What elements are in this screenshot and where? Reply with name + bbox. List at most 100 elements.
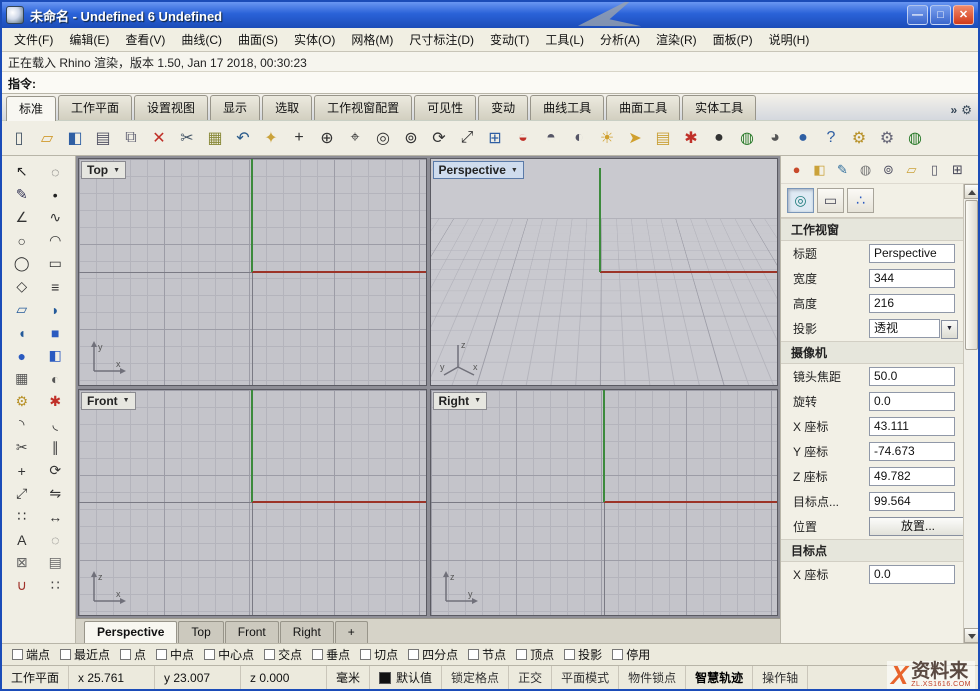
point-button[interactable]: • <box>39 183 73 206</box>
viewport-title-row[interactable]: 标题 Perspective <box>781 241 963 266</box>
osnap-quadrant[interactable]: 四分点 <box>408 646 458 663</box>
viewport-right-label[interactable]: Right <box>433 392 488 410</box>
color-palette-button[interactable]: ✱ <box>678 125 704 151</box>
zoom-dynamic-button[interactable]: ⊕ <box>314 125 340 151</box>
section-camera[interactable]: 摄像机 <box>781 341 963 364</box>
checkbox[interactable] <box>360 649 371 660</box>
viewport-perspective[interactable]: Perspective z x y <box>430 158 779 386</box>
scrollbar-thumb[interactable] <box>965 200 978 350</box>
menu-tools[interactable]: 工具(L) <box>537 28 592 51</box>
x-coordinate[interactable]: x 25.761 <box>69 666 155 689</box>
title-bar[interactable]: 未命名 - Undefined 6 Undefined — □ ✕ <box>2 2 978 28</box>
osnap-center[interactable]: 中心点 <box>204 646 254 663</box>
viewport-tab-right[interactable]: Right <box>280 621 334 643</box>
y-coordinate[interactable]: y 23.007 <box>155 666 241 689</box>
menu-mesh[interactable]: 网格(M) <box>343 28 401 51</box>
properties-tab[interactable]: ● <box>787 160 806 179</box>
scale-button[interactable]: ⤢ <box>5 482 39 505</box>
camera-properties-tab[interactable]: ◎ <box>787 188 814 213</box>
solid-sphere-button[interactable]: ● <box>5 344 39 367</box>
viewport-top-label[interactable]: Top <box>81 161 126 179</box>
tab-set-view[interactable]: 设置视图 <box>134 95 208 120</box>
viewport-tab-top[interactable]: Top <box>178 621 223 643</box>
fillet-button[interactable]: ◝ <box>5 413 39 436</box>
lasso-select-button[interactable]: ◌ <box>39 160 73 183</box>
paint-tools-button[interactable]: ✱ <box>39 390 73 413</box>
polyline-button[interactable]: ∠ <box>5 206 39 229</box>
viewport-top[interactable]: Top x y <box>78 158 427 386</box>
gumball-toggle[interactable]: 操作轴 <box>753 666 808 689</box>
trim-button[interactable]: ✂ <box>5 436 39 459</box>
osnap-near[interactable]: 最近点 <box>60 646 110 663</box>
checkbox[interactable] <box>408 649 419 660</box>
material-sphere-button[interactable]: ● <box>706 125 732 151</box>
menu-help[interactable]: 说明(H) <box>761 28 818 51</box>
hide-objects-button[interactable]: ◓ <box>538 125 564 151</box>
tab-curve-tools[interactable]: 曲线工具 <box>530 95 604 120</box>
mirror-button[interactable]: ⇋ <box>39 482 73 505</box>
array-button[interactable]: ∷ <box>5 505 39 528</box>
open-file-button[interactable]: ▱ <box>34 125 60 151</box>
osnap-endpoint[interactable]: 端点 <box>12 646 50 663</box>
viewport-perspective-label[interactable]: Perspective <box>433 161 524 179</box>
checkbox[interactable] <box>12 649 23 660</box>
layers-button[interactable]: ▤ <box>39 551 73 574</box>
minimize[interactable]: — <box>907 5 928 25</box>
mesh-button[interactable]: ▦ <box>5 367 39 390</box>
grid-snap-toggle[interactable]: 锁定格点 <box>442 666 509 689</box>
link-properties-tab[interactable]: ∴ <box>847 188 874 213</box>
planar-toggle[interactable]: 平面模式 <box>552 666 619 689</box>
offset-curve-button[interactable]: ≡ <box>39 275 73 298</box>
menu-solid[interactable]: 实体(O) <box>286 28 343 51</box>
menu-analyze[interactable]: 分析(A) <box>592 28 648 51</box>
arc-button[interactable]: ◠ <box>39 229 73 252</box>
layer-button[interactable]: 默认值 <box>370 666 442 689</box>
surface-revolve-button[interactable]: ◗ <box>39 298 73 321</box>
solid-cylinder-button[interactable]: ◧ <box>39 344 73 367</box>
projection-row[interactable]: 投影 透视 <box>781 316 963 341</box>
tab-visibility[interactable]: 可见性 <box>414 95 476 120</box>
cut-button[interactable]: ✂ <box>174 125 200 151</box>
zoom-selected-button[interactable]: ⊚ <box>398 125 424 151</box>
viewport-right[interactable]: Right y z <box>430 389 779 617</box>
osnap-tangent[interactable]: 切点 <box>360 646 398 663</box>
undo-button[interactable]: ↶ <box>230 125 256 151</box>
notes-tab[interactable]: ▯ <box>925 160 944 179</box>
viewport-width-row[interactable]: 宽度 344 <box>781 266 963 291</box>
render-preview-button[interactable]: ◒ <box>510 125 536 151</box>
shaded-view-button[interactable]: ◐ <box>566 125 592 151</box>
grid-dots-button[interactable]: ∷ <box>39 574 73 597</box>
viewport-front[interactable]: Front x z <box>78 389 427 617</box>
osnap-knot[interactable]: 节点 <box>468 646 506 663</box>
rotation-row[interactable]: 旋转 0.0 <box>781 389 963 414</box>
viewport-height-row[interactable]: 高度 216 <box>781 291 963 316</box>
command-prompt[interactable]: 指令: <box>2 72 978 94</box>
rotate-view-button[interactable]: ⟳ <box>426 125 452 151</box>
menu-curve[interactable]: 曲线(C) <box>173 28 230 51</box>
osnap-intersection[interactable]: 交点 <box>264 646 302 663</box>
smarttrack-toggle[interactable]: 智慧轨迹 <box>686 666 753 689</box>
viewport-layout-button[interactable]: ⊞ <box>482 125 508 151</box>
placement-row[interactable]: 位置 放置... <box>781 514 963 539</box>
tab-select[interactable]: 选取 <box>262 95 312 120</box>
rectangle-button[interactable]: ▭ <box>39 252 73 275</box>
move-button[interactable]: + <box>5 459 39 482</box>
hide-button[interactable]: ◌ <box>39 528 73 551</box>
layers-tab[interactable]: ◧ <box>810 160 829 179</box>
checkbox[interactable] <box>204 649 215 660</box>
new-viewport-tab[interactable]: + <box>335 621 368 643</box>
osnap-perpendicular[interactable]: 垂点 <box>312 646 350 663</box>
checkbox[interactable] <box>564 649 575 660</box>
split-button[interactable]: ∥ <box>39 436 73 459</box>
chamfer-button[interactable]: ◟ <box>39 413 73 436</box>
zoom-extents-button[interactable]: ◎ <box>370 125 396 151</box>
viewport-front-label[interactable]: Front <box>81 392 136 410</box>
camera-y-row[interactable]: Y 座标 -74.673 <box>781 439 963 464</box>
new-file-button[interactable]: ▯ <box>6 125 32 151</box>
tools-gear-button[interactable]: ⚙ <box>874 125 900 151</box>
toolbar-menu-gear-icon[interactable]: ⚙ <box>961 103 972 117</box>
boolean-button[interactable]: ◐ <box>39 367 73 390</box>
curve-button[interactable]: ∿ <box>39 206 73 229</box>
osnap-disable[interactable]: 停用 <box>612 646 650 663</box>
sweep-button[interactable]: ◖ <box>5 321 39 344</box>
